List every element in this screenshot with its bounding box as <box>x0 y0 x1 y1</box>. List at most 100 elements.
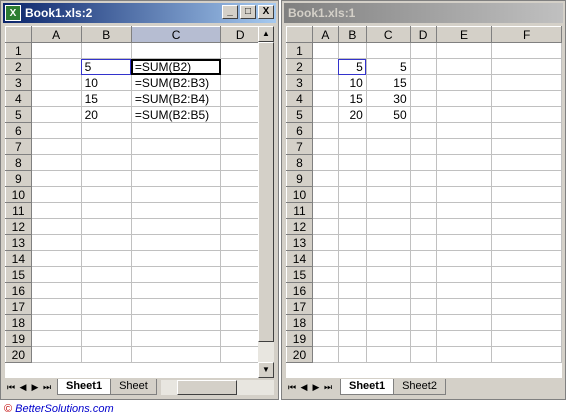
cell-c10[interactable] <box>130 186 222 203</box>
cell-b8[interactable] <box>80 154 132 171</box>
cell-a20[interactable] <box>311 346 339 363</box>
cell-c17[interactable] <box>130 298 222 315</box>
cell-c14[interactable] <box>130 250 222 267</box>
cell-f12[interactable] <box>491 218 562 235</box>
cell-c6[interactable] <box>365 122 411 139</box>
cell-a3[interactable] <box>30 74 82 91</box>
row-header-8[interactable]: 8 <box>5 154 32 171</box>
row-header-10[interactable]: 10 <box>286 186 313 203</box>
cell-f9[interactable] <box>491 170 562 187</box>
cell-f10[interactable] <box>491 186 562 203</box>
right-workbook-window[interactable]: Book1.xls:1 A B C D E F 1 2 5 5 3 10 15 4 15 30 5 20 50 6 7 8… <box>281 0 566 400</box>
cell-c3[interactable]: =SUM(B2:B3) <box>130 74 222 91</box>
prev-sheet-icon[interactable]: ◀ <box>298 380 310 395</box>
cell-c8[interactable] <box>130 154 222 171</box>
cell-f2[interactable] <box>491 58 562 75</box>
cell-a6[interactable] <box>30 122 82 139</box>
row-header-16[interactable]: 16 <box>286 282 313 299</box>
cell-c17[interactable] <box>365 298 411 315</box>
cell-e11[interactable] <box>435 202 493 219</box>
cell-c10[interactable] <box>365 186 411 203</box>
cell-e19[interactable] <box>435 330 493 347</box>
cell-d2[interactable] <box>409 58 437 75</box>
cell-f13[interactable] <box>491 234 562 251</box>
cell-c7[interactable] <box>130 138 222 155</box>
cell-e13[interactable] <box>435 234 493 251</box>
cell-a12[interactable] <box>311 218 339 235</box>
cell-d12[interactable] <box>409 218 437 235</box>
cell-b4[interactable]: 15 <box>80 90 132 107</box>
cell-a6[interactable] <box>311 122 339 139</box>
cell-d15[interactable] <box>409 266 437 283</box>
cell-b3[interactable]: 10 <box>337 74 367 91</box>
cell-b14[interactable] <box>80 250 132 267</box>
cell-e6[interactable] <box>435 122 493 139</box>
cell-b5[interactable]: 20 <box>337 106 367 123</box>
scroll-up-arrow-icon[interactable]: ▲ <box>258 26 274 42</box>
cell-b5[interactable]: 20 <box>80 106 132 123</box>
cell-b1[interactable] <box>80 42 132 59</box>
row-header-12[interactable]: 12 <box>5 218 32 235</box>
cell-d13[interactable] <box>409 234 437 251</box>
cell-b7[interactable] <box>80 138 132 155</box>
cell-c19[interactable] <box>365 330 411 347</box>
cell-f14[interactable] <box>491 250 562 267</box>
cell-b11[interactable] <box>80 202 132 219</box>
cell-c5[interactable]: =SUM(B2:B5) <box>130 106 222 123</box>
cell-e15[interactable] <box>435 266 493 283</box>
last-sheet-icon[interactable]: ⏭ <box>322 380 334 395</box>
cell-c6[interactable] <box>130 122 222 139</box>
row-header-19[interactable]: 19 <box>286 330 313 347</box>
scroll-down-arrow-icon[interactable]: ▼ <box>258 362 274 378</box>
cell-c19[interactable] <box>130 330 222 347</box>
cell-f15[interactable] <box>491 266 562 283</box>
row-header-19[interactable]: 19 <box>5 330 32 347</box>
tab-sheet1[interactable]: Sheet1 <box>340 379 395 395</box>
cell-d14[interactable] <box>220 250 260 267</box>
tab-sheet2[interactable]: Sheet2 <box>393 379 446 395</box>
row-header-6[interactable]: 6 <box>286 122 313 139</box>
cell-a15[interactable] <box>311 266 339 283</box>
cell-b9[interactable] <box>337 170 367 187</box>
cell-b18[interactable] <box>337 314 367 331</box>
row-header-20[interactable]: 20 <box>5 346 32 363</box>
column-header-d[interactable]: D <box>409 26 437 43</box>
cell-a12[interactable] <box>30 218 82 235</box>
cell-a5[interactable] <box>311 106 339 123</box>
cell-b20[interactable] <box>337 346 367 363</box>
cell-b20[interactable] <box>80 346 132 363</box>
cell-a16[interactable] <box>311 282 339 299</box>
row-header-1[interactable]: 1 <box>5 42 32 59</box>
select-all-corner[interactable] <box>5 26 32 43</box>
cell-a4[interactable] <box>30 90 82 107</box>
column-header-b[interactable]: B <box>80 26 132 43</box>
row-header-1[interactable]: 1 <box>286 42 313 59</box>
next-sheet-icon[interactable]: ▶ <box>310 380 322 395</box>
cell-a18[interactable] <box>30 314 82 331</box>
cell-c4[interactable]: =SUM(B2:B4) <box>130 90 222 107</box>
column-header-f[interactable]: F <box>491 26 562 43</box>
cell-c5[interactable]: 50 <box>365 106 411 123</box>
cell-d15[interactable] <box>220 266 260 283</box>
row-header-12[interactable]: 12 <box>286 218 313 235</box>
cell-b15[interactable] <box>337 266 367 283</box>
cell-a5[interactable] <box>30 106 82 123</box>
cell-f19[interactable] <box>491 330 562 347</box>
cell-c15[interactable] <box>130 266 222 283</box>
cell-d9[interactable] <box>409 170 437 187</box>
row-header-16[interactable]: 16 <box>5 282 32 299</box>
cell-d7[interactable] <box>409 138 437 155</box>
cell-a18[interactable] <box>311 314 339 331</box>
right-title-bar[interactable]: Book1.xls:1 <box>284 3 563 23</box>
cell-a19[interactable] <box>30 330 82 347</box>
cell-c13[interactable] <box>130 234 222 251</box>
cell-e17[interactable] <box>435 298 493 315</box>
cell-e16[interactable] <box>435 282 493 299</box>
cell-a10[interactable] <box>311 186 339 203</box>
cell-f16[interactable] <box>491 282 562 299</box>
cell-d5[interactable] <box>409 106 437 123</box>
cell-f20[interactable] <box>491 346 562 363</box>
cell-c20[interactable] <box>365 346 411 363</box>
cell-a8[interactable] <box>311 154 339 171</box>
cell-b1[interactable] <box>337 42 367 59</box>
